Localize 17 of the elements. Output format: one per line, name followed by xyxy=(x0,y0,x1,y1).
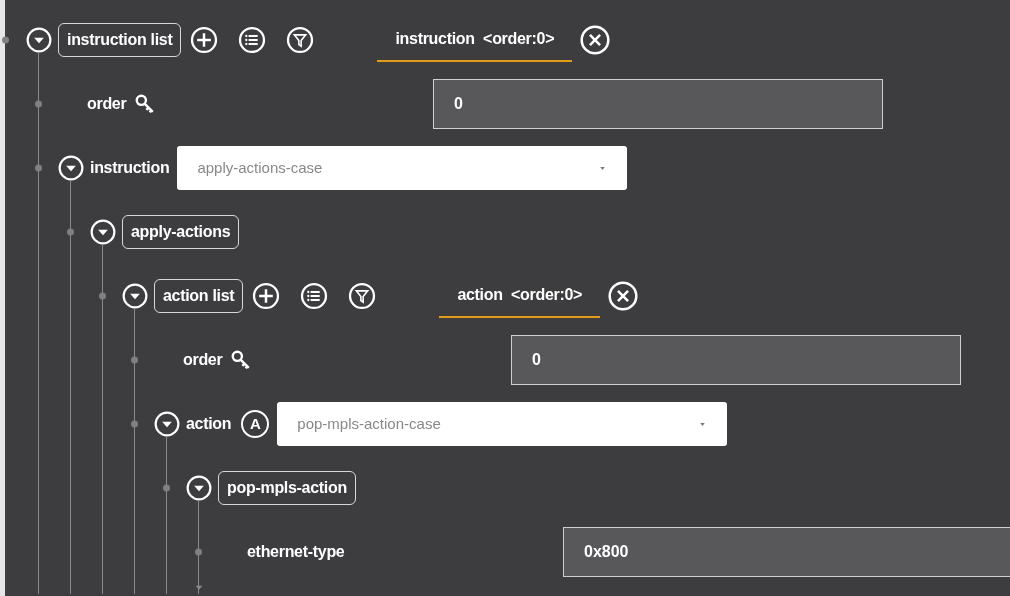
node-label[interactable]: pop-mpls-action xyxy=(218,471,356,505)
select-field[interactable]: apply-actions-case xyxy=(177,146,628,190)
augment-badge: A xyxy=(241,410,270,438)
node-label[interactable]: action list xyxy=(154,279,244,313)
input-field[interactable]: 0 xyxy=(433,79,883,129)
choice-label: instruction xyxy=(90,158,170,178)
input-field[interactable]: 0x800 xyxy=(563,527,1010,577)
field-label: ethernet-type xyxy=(247,542,345,562)
field-label: order xyxy=(183,350,223,370)
entry-tab[interactable]: action <order:0> xyxy=(439,274,601,318)
node-label[interactable]: apply-actions xyxy=(122,215,240,249)
field-label: order xyxy=(87,94,127,114)
node-label[interactable]: instruction list xyxy=(58,23,182,57)
choice-label: action xyxy=(186,414,232,434)
entry-tab[interactable]: instruction <order:0> xyxy=(377,18,573,62)
input-field[interactable]: 0 xyxy=(511,335,961,385)
select-field[interactable]: pop-mpls-action-case xyxy=(277,402,728,446)
